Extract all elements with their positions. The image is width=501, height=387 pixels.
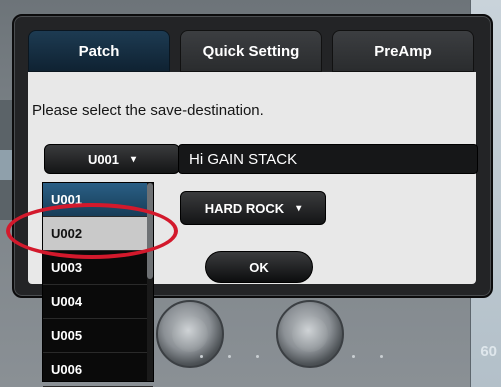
tab-preamp[interactable]: PreAmp: [332, 30, 474, 72]
tab-patch[interactable]: Patch: [28, 30, 170, 72]
tab-quick-setting[interactable]: Quick Setting: [180, 30, 322, 72]
dropdown-item-u005[interactable]: U005: [43, 319, 153, 353]
genre-value: HARD ROCK: [204, 200, 285, 216]
background-value: 60: [480, 343, 497, 360]
chevron-down-icon: ▾: [296, 202, 302, 214]
background-knob: [156, 300, 224, 368]
dropdown-item-u006[interactable]: U006: [43, 353, 153, 387]
background-scale-dot: [380, 355, 383, 358]
background-scale-dot: [352, 355, 355, 358]
background-knob: [276, 300, 344, 368]
background-scale-dot: [200, 355, 203, 358]
save-prompt: Please select the save-destination.: [32, 102, 264, 119]
highlight-ring: [6, 203, 178, 259]
background-scale-dot: [228, 355, 231, 358]
patch-name-field[interactable]: Hi GAIN STACK: [178, 144, 478, 174]
chevron-down-icon: ▾: [131, 153, 137, 165]
destination-value: U001: [87, 151, 120, 167]
tab-bar: Patch Quick Setting PreAmp: [28, 30, 474, 74]
ok-button[interactable]: OK: [205, 251, 313, 283]
background-scale-dot: [256, 355, 259, 358]
genre-select[interactable]: HARD ROCK ▾: [180, 191, 326, 225]
destination-select[interactable]: U001 ▾: [44, 144, 180, 174]
dropdown-item-u004[interactable]: U004: [43, 285, 153, 319]
